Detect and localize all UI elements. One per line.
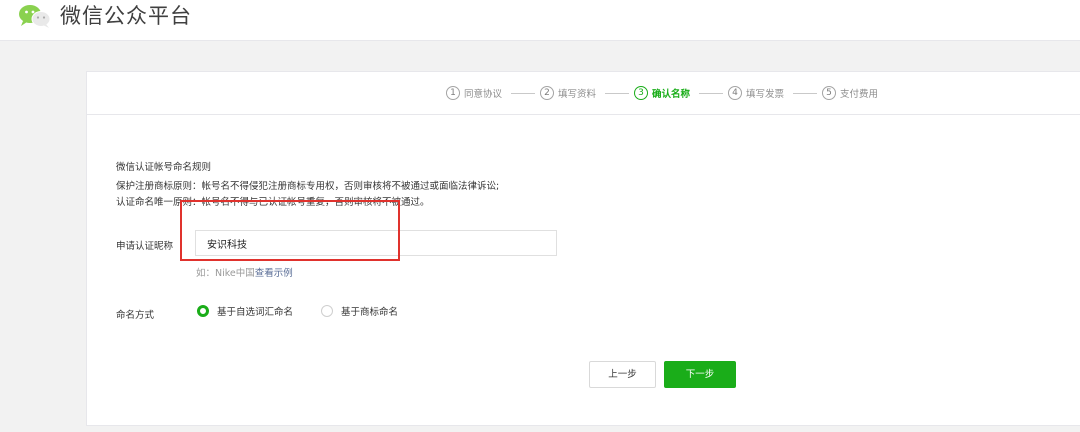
step-number: 1 — [446, 86, 460, 100]
nickname-label: 申请认证昵称 — [116, 241, 174, 252]
next-step-button[interactable]: 下一步 — [664, 361, 736, 388]
rules-title: 微信认证帐号命名规则 — [116, 162, 212, 173]
radio-label: 基于商标命名 — [341, 307, 399, 318]
step-4: 4 填写发票 — [728, 84, 784, 102]
step-1: 1 同意协议 — [446, 84, 502, 102]
step-number: 5 — [822, 86, 836, 100]
naming-method-label: 命名方式 — [116, 310, 155, 321]
step-connector — [793, 93, 817, 94]
previous-step-button[interactable]: 上一步 — [589, 361, 656, 388]
step-label: 支付费用 — [840, 89, 879, 100]
main-card: 1 同意协议 2 填写资料 3 确认名称 4 填写发票 5 支付费用 微信认证帐… — [86, 71, 1080, 426]
radio-checked-icon[interactable] — [197, 305, 209, 317]
step-connector — [699, 93, 723, 94]
step-2: 2 填写资料 — [540, 84, 596, 102]
wechat-logo-icon — [19, 5, 51, 28]
step-number: 2 — [540, 86, 554, 100]
step-label: 填写资料 — [558, 89, 597, 100]
hint-text: 如：Nike中国 — [196, 268, 255, 279]
naming-option-custom-words[interactable]: 基于自选词汇命名 — [197, 304, 293, 318]
step-label: 填写发票 — [746, 89, 785, 100]
view-example-link[interactable]: 查看示例 — [255, 268, 293, 279]
rule-trademark: 保护注册商标原则：帐号名不得侵犯注册商标专用权，否则审核将不被通过或面临法律诉讼… — [116, 181, 500, 192]
radio-unchecked-icon[interactable] — [321, 305, 333, 317]
step-label: 确认名称 — [652, 89, 691, 100]
step-number: 3 — [634, 86, 648, 100]
step-3: 3 确认名称 — [634, 84, 690, 102]
rule-unique-name: 认证命名唯一原则：帐号名不得与已认证帐号重复，否则审核将不被通过。 — [116, 197, 430, 208]
nickname-input[interactable] — [195, 230, 557, 256]
step-label: 同意协议 — [464, 89, 503, 100]
naming-option-trademark[interactable]: 基于商标命名 — [321, 304, 398, 318]
top-bar: 微信公众平台 — [0, 0, 1080, 41]
radio-label: 基于自选词汇命名 — [217, 307, 294, 318]
step-number: 4 — [728, 86, 742, 100]
nickname-hint: 如：Nike中国查看示例 — [196, 265, 293, 279]
step-5: 5 支付费用 — [822, 84, 878, 102]
step-connector — [511, 93, 535, 94]
page-title: 微信公众平台 — [60, 4, 192, 28]
step-progress: 1 同意协议 2 填写资料 3 确认名称 4 填写发票 5 支付费用 — [87, 72, 1080, 115]
step-connector — [605, 93, 629, 94]
